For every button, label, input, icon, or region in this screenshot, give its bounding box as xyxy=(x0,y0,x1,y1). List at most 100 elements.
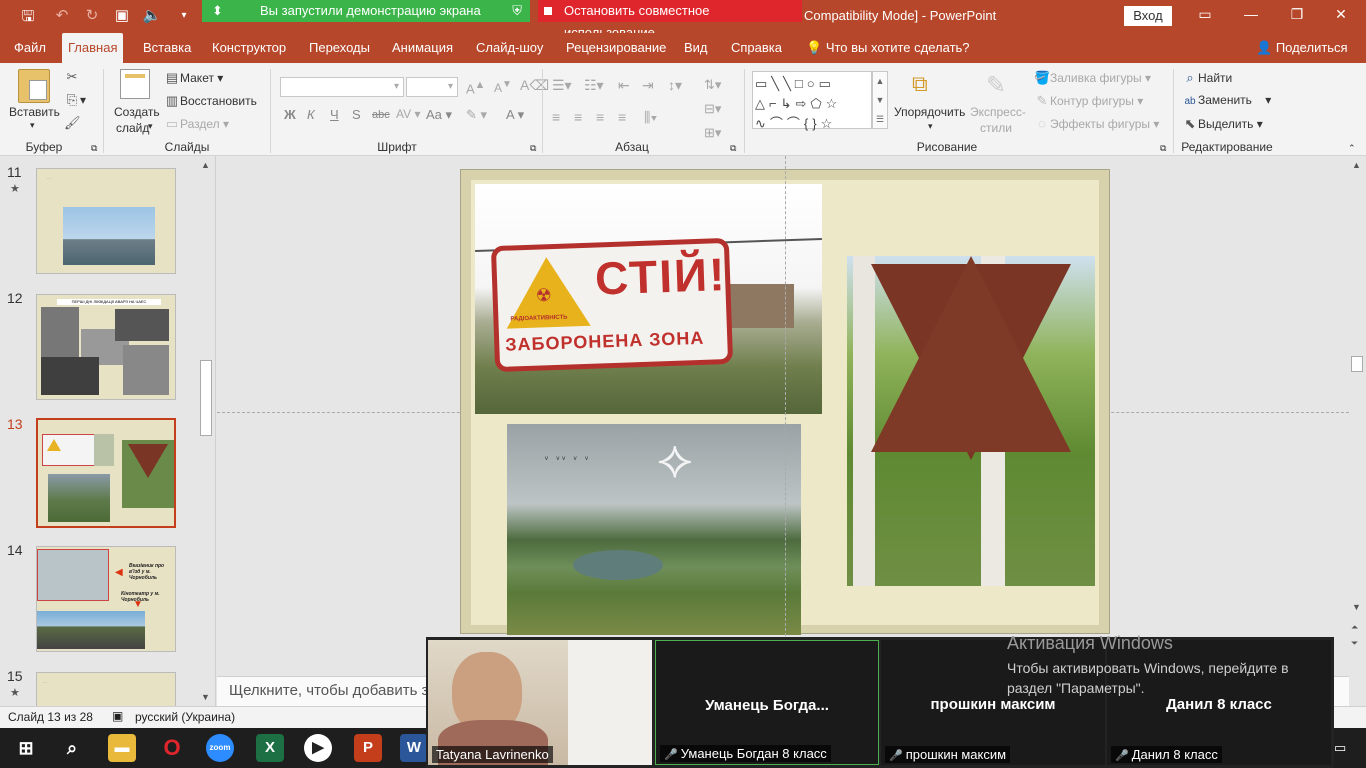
new-slide-button[interactable]: Создать xyxy=(114,105,160,119)
ribbon-display-options-icon[interactable]: ▭ xyxy=(1190,6,1220,23)
share-button[interactable]: 👤 Поделиться xyxy=(1250,33,1354,63)
thumbnail-scrollbar[interactable]: ▲ ▼ xyxy=(198,158,214,704)
copy-icon[interactable]: ⎘ ▾ xyxy=(64,92,86,108)
minimize-icon[interactable]: — xyxy=(1236,6,1266,22)
paste-button[interactable]: Вставить xyxy=(9,105,60,119)
present-from-start-icon[interactable]: ▣ xyxy=(112,6,132,24)
collapse-ribbon-icon[interactable]: ⌃ xyxy=(1348,143,1356,154)
arrange-dropdown-icon[interactable]: ▾ xyxy=(928,121,933,132)
thumbnail-slide-15[interactable]: … xyxy=(36,672,176,706)
tab-insert[interactable]: Вставка xyxy=(137,33,197,63)
scroll-thumb[interactable] xyxy=(1351,356,1363,372)
font-launcher-icon[interactable]: ⧉ xyxy=(530,143,536,154)
paste-dropdown-icon[interactable]: ▾ xyxy=(30,120,35,131)
align-text-icon[interactable]: ⊟▾ xyxy=(704,101,721,117)
quick-styles-button[interactable]: Экспресс- xyxy=(970,105,1026,119)
find-button[interactable]: ⌕ Найти xyxy=(1182,70,1232,86)
align-right-icon[interactable]: ≡ xyxy=(596,109,604,125)
smartart-icon[interactable]: ⊞▾ xyxy=(704,125,721,141)
drawing-launcher-icon[interactable]: ⧉ xyxy=(1160,143,1166,154)
shapes-gallery[interactable]: ▭╲╲□○▭ △⌐↳⇨⬠☆ ∿⌒⌒{}☆ xyxy=(752,71,872,131)
close-icon[interactable]: ✕ xyxy=(1326,6,1356,23)
font-size-dropdown[interactable]: ▾ xyxy=(406,77,458,97)
undo-icon[interactable]: ↶ xyxy=(52,6,72,24)
tray-icon[interactable]: ▭ xyxy=(1334,740,1346,756)
scroll-up-icon[interactable]: ▲ xyxy=(1352,160,1361,170)
tab-slideshow[interactable]: Слайд-шоу xyxy=(470,33,549,63)
bold-button[interactable]: Ж xyxy=(284,107,296,122)
line-spacing-icon[interactable]: ↕▾ xyxy=(668,77,682,94)
text-direction-icon[interactable]: ⇅▾ xyxy=(704,77,721,93)
scroll-down-icon[interactable]: ▼ xyxy=(1352,602,1361,612)
search-icon[interactable]: ⌕ xyxy=(58,734,86,762)
new-slide-dropdown-icon[interactable]: ▾ xyxy=(148,121,153,132)
video-tile-participant[interactable]: Уманець Богда... 🎤 Уманець Богдан 8 класс xyxy=(655,640,879,765)
shape-outline-button[interactable]: ✎ Контур фигуры ▾ xyxy=(1034,93,1144,109)
windows-start-icon[interactable]: ⊞ xyxy=(12,734,40,762)
format-painter-icon[interactable]: 🖌 xyxy=(64,115,81,131)
signin-button[interactable]: Вход xyxy=(1124,6,1172,26)
scroll-up-icon[interactable]: ▲ xyxy=(201,160,210,170)
paragraph-launcher-icon[interactable]: ⧉ xyxy=(730,143,736,154)
save-icon[interactable]: 🖫 xyxy=(18,6,38,31)
decrease-indent-icon[interactable]: ⇤ xyxy=(618,77,630,94)
paste-icon[interactable] xyxy=(18,69,50,103)
columns-icon[interactable]: ⫼▾ xyxy=(644,109,657,126)
reset-button[interactable]: ▥ Восстановить xyxy=(164,93,257,109)
align-left-icon[interactable]: ≡ xyxy=(552,109,560,125)
opera-icon[interactable]: O xyxy=(158,734,186,762)
italic-button[interactable]: К xyxy=(307,107,315,122)
maximize-icon[interactable]: ❐ xyxy=(1282,6,1312,23)
slide-counter[interactable]: Слайд 13 из 28 xyxy=(8,710,93,724)
language-indicator[interactable]: русский (Украина) xyxy=(135,710,235,724)
customize-qat-icon[interactable]: ▾ xyxy=(174,10,194,21)
strikethrough-button[interactable]: abc xyxy=(372,109,390,121)
tab-design[interactable]: Конструктор xyxy=(206,33,292,63)
media-player-icon[interactable]: ▶ xyxy=(304,734,332,762)
previous-slide-icon[interactable]: ⏶ xyxy=(1351,622,1358,633)
cut-icon[interactable]: ✂ xyxy=(64,69,80,85)
font-color-button[interactable]: A ▾ xyxy=(506,107,524,123)
scroll-thumb[interactable] xyxy=(200,360,212,436)
decrease-font-icon[interactable]: A▼ xyxy=(494,79,512,95)
new-slide-icon[interactable] xyxy=(120,69,150,99)
shapes-scroll[interactable]: ▲ ▼ ☰ xyxy=(872,71,888,129)
vertical-guide[interactable] xyxy=(785,156,786,636)
font-name-dropdown[interactable]: ▾ xyxy=(280,77,404,97)
shape-effects-button[interactable]: ◌ Эффекты фигуры ▾ xyxy=(1034,116,1159,131)
redo-icon[interactable]: ↻ xyxy=(82,6,102,24)
slide-scrollbar[interactable]: ▲ ▼ ⏶ ⏷ xyxy=(1349,156,1366,706)
new-slide-label-2[interactable]: слайд xyxy=(116,121,149,135)
video-tile-self[interactable]: Tatyana Lavrinenko xyxy=(428,640,652,765)
quick-styles-label-2[interactable]: стили xyxy=(980,121,1012,135)
bullets-icon[interactable]: ☰▾ xyxy=(552,77,572,94)
spellcheck-icon[interactable]: ▣ xyxy=(112,709,123,723)
tab-animations[interactable]: Анимация xyxy=(386,33,459,63)
increase-font-icon[interactable]: A▲ xyxy=(466,79,485,96)
tab-transitions[interactable]: Переходы xyxy=(303,33,376,63)
justify-icon[interactable]: ≡ xyxy=(618,109,626,125)
align-center-icon[interactable]: ≡ xyxy=(574,109,582,125)
change-case-button[interactable]: Aa ▾ xyxy=(426,107,452,123)
section-button[interactable]: ▭ Раздел ▾ xyxy=(164,116,229,132)
char-spacing-icon[interactable]: AV ▾ xyxy=(396,107,420,121)
select-button[interactable]: ⬉ Выделить ▾ xyxy=(1182,116,1263,132)
tab-view[interactable]: Вид xyxy=(678,33,714,63)
quick-styles-icon[interactable]: ✎ xyxy=(986,71,1006,100)
tab-file[interactable]: Файл xyxy=(8,33,52,63)
shape-fill-button[interactable]: 🪣Заливка фигуры ▾ xyxy=(1034,70,1151,86)
scroll-down-icon[interactable]: ▼ xyxy=(201,692,210,702)
clipboard-launcher-icon[interactable]: ⧉ xyxy=(91,143,97,154)
thumbnail-slide-13[interactable] xyxy=(34,416,178,530)
replace-button[interactable]: ab Заменить ▾ xyxy=(1182,93,1271,107)
thumbnail-slide-11[interactable]: … xyxy=(36,168,176,274)
thumbnail-slide-12[interactable]: ПЕРШІ ДНІ ЛІКВІДАЦІЇ АВАРІЇ НА ЧАЕС xyxy=(36,294,176,400)
word-icon[interactable]: W xyxy=(400,734,428,762)
stop-share-button[interactable]: Остановить совместное использование xyxy=(538,0,802,40)
numbering-icon[interactable]: ☷▾ xyxy=(584,77,604,94)
clear-format-icon[interactable]: A⌫ xyxy=(520,77,549,94)
next-slide-icon[interactable]: ⏷ xyxy=(1351,638,1358,649)
tab-help[interactable]: Справка xyxy=(725,33,788,63)
underline-button[interactable]: Ч xyxy=(330,107,339,122)
tell-me-search[interactable]: 💡 Что вы хотите сделать? xyxy=(800,33,976,63)
